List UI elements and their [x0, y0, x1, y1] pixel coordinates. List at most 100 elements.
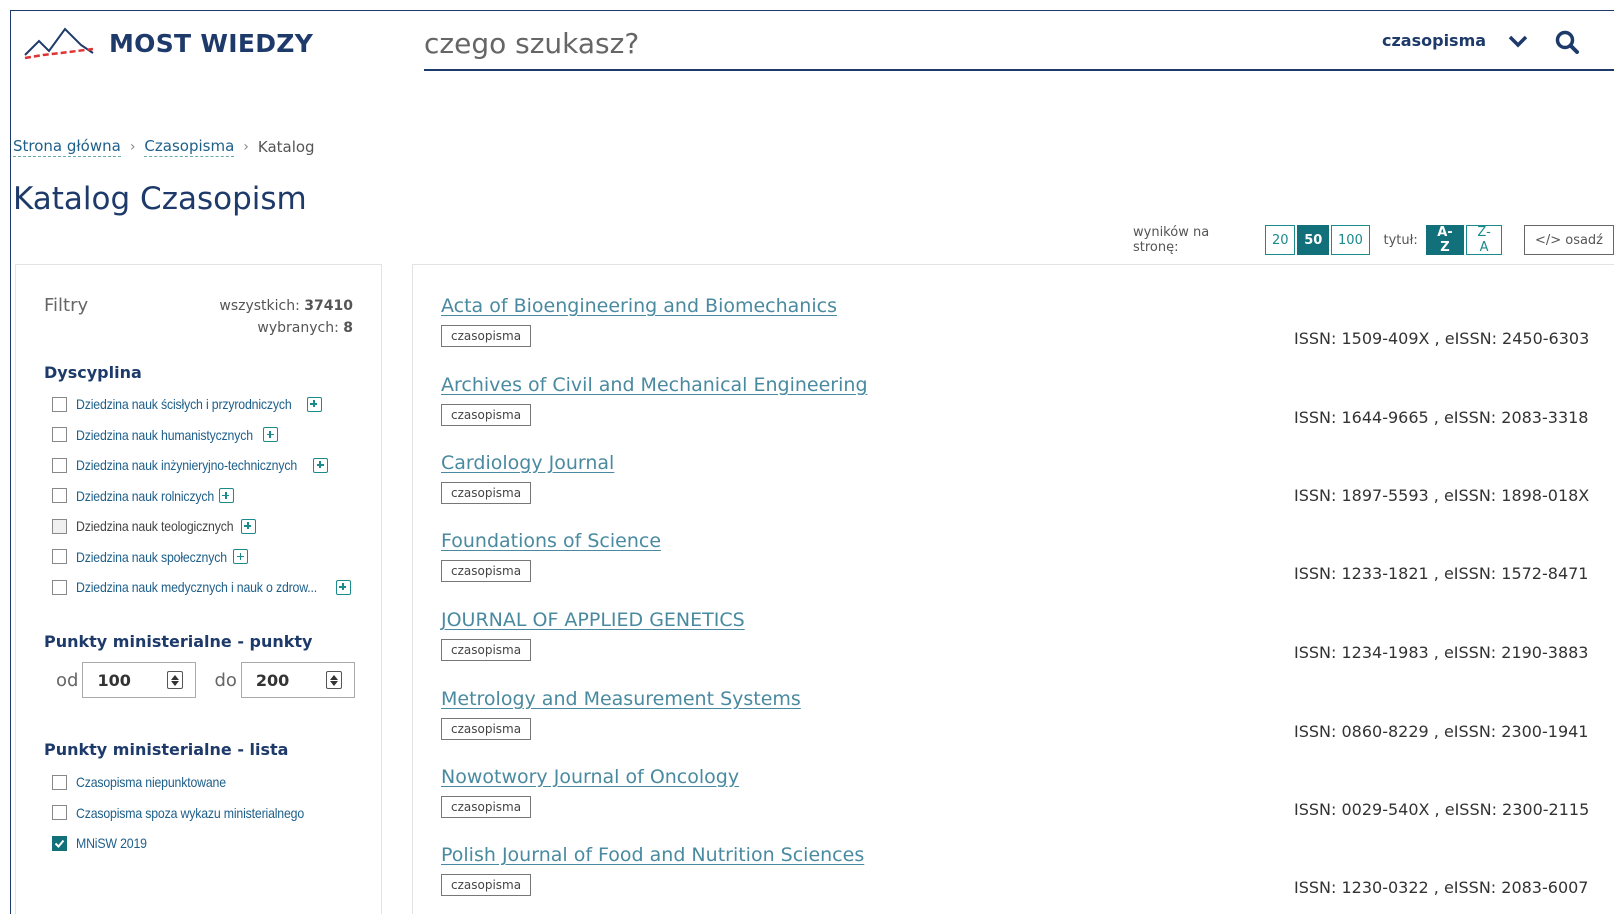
discipline-list: Dziedzina nauk ścisłych i przyrodniczych…	[52, 389, 351, 603]
search-icon[interactable]	[1554, 29, 1580, 55]
list-item: Nowotwory Journal of Oncology czasopisma…	[441, 766, 1614, 842]
type-tag: czasopisma	[441, 718, 532, 740]
filters-sidebar: Filtry wszystkich: 37410 wybranych: 8 Dy…	[15, 264, 382, 914]
selected-count-label: wybranych:	[257, 320, 339, 336]
filter-counts: wszystkich: 37410 wybranych: 8	[219, 295, 353, 339]
discipline-filter-item[interactable]: Dziedzina nauk teologicznych	[52, 511, 351, 542]
issn-text: ISSN: 0860-8229 , eISSN: 2300-1941	[1294, 722, 1589, 741]
points-to-value: 200	[255, 670, 290, 690]
issn-text: ISSN: 1509-409X , eISSN: 2450-6303	[1294, 329, 1590, 348]
results-list: Acta of Bioengineering and Biomechanics …	[412, 264, 1614, 914]
spinner-icon[interactable]	[167, 671, 184, 689]
sort-az-button[interactable]: A-Z	[1425, 225, 1465, 255]
breadcrumb-separator: ›	[129, 139, 136, 155]
type-tag: czasopisma	[441, 325, 532, 347]
search-scope-label: czasopisma	[1382, 31, 1487, 50]
list-item: Foundations of Science czasopisma ISSN: …	[441, 530, 1614, 606]
discipline-filter-item[interactable]: Dziedzina nauk inżynieryjno-technicznych	[52, 450, 351, 481]
total-count-label: wszystkich:	[219, 298, 300, 314]
per-page-100-button[interactable]: 100	[1331, 225, 1370, 255]
site-logo[interactable]: MOST WIEDZY	[23, 23, 313, 63]
checkbox[interactable]	[52, 774, 67, 790]
checkbox[interactable]	[52, 518, 67, 534]
page-title: Katalog Czasopism	[13, 181, 307, 217]
expand-plus-icon[interactable]	[313, 457, 329, 473]
type-tag: czasopisma	[441, 482, 532, 504]
breadcrumb-home-link[interactable]: Strona główna	[13, 137, 121, 157]
checkmark-icon	[54, 839, 65, 848]
journal-title-link[interactable]: Archives of Civil and Mechanical Enginee…	[441, 374, 868, 396]
search-input[interactable]	[424, 23, 1324, 63]
type-tag: czasopisma	[441, 874, 532, 896]
filters-title: Filtry	[44, 295, 89, 316]
type-tag: czasopisma	[441, 796, 532, 818]
issn-text: ISSN: 0029-540X , eISSN: 2300-2115	[1294, 800, 1590, 819]
points-list: Czasopisma niepunktowane Czasopisma spoz…	[52, 767, 335, 859]
discipline-filter-item[interactable]: Dziedzina nauk humanistycznych	[52, 420, 351, 451]
expand-plus-icon[interactable]	[233, 549, 249, 565]
page-frame: MOST WIEDZY czasopisma Strona główna › C…	[10, 10, 1614, 914]
journal-title-link[interactable]: Foundations of Science	[441, 530, 661, 552]
expand-plus-icon[interactable]	[218, 488, 234, 504]
discipline-section-title: Dyscyplina	[44, 363, 142, 382]
checkbox[interactable]	[52, 579, 67, 595]
expand-plus-icon[interactable]	[240, 518, 256, 534]
breadcrumb: Strona główna › Czasopisma › Katalog	[13, 137, 315, 157]
chevron-down-icon	[1508, 35, 1528, 47]
points-to-input[interactable]: 200	[240, 662, 355, 698]
per-page-20-button[interactable]: 20	[1265, 225, 1296, 255]
range-from-label: od	[56, 669, 79, 691]
checkbox[interactable]	[52, 427, 67, 443]
issn-text: ISSN: 1644-9665 , eISSN: 2083-3318	[1294, 408, 1589, 427]
results-toolbar: wyników na stronę: 20 50 100 tytuł: A-Z …	[1133, 225, 1614, 255]
expand-plus-icon[interactable]	[335, 579, 351, 595]
discipline-filter-item[interactable]: Dziedzina nauk medycznych i nauk o zdrow…	[52, 572, 351, 603]
list-item: Metrology and Measurement Systems czasop…	[441, 688, 1614, 764]
journal-title-link[interactable]: Polish Journal of Food and Nutrition Sci…	[441, 844, 864, 866]
list-item: Cardiology Journal czasopisma ISSN: 1897…	[441, 452, 1614, 528]
discipline-filter-item[interactable]: Dziedzina nauk rolniczych	[52, 481, 351, 512]
journal-title-link[interactable]: JOURNAL OF APPLIED GENETICS	[441, 609, 745, 631]
checkbox[interactable]	[52, 396, 67, 412]
mountain-logo-icon	[24, 27, 94, 60]
journal-title-link[interactable]: Cardiology Journal	[441, 452, 614, 474]
checkbox[interactable]	[52, 488, 67, 504]
type-tag: czasopisma	[441, 639, 532, 661]
breadcrumb-separator: ›	[243, 139, 249, 155]
range-to-label: do	[214, 669, 237, 691]
journal-title-link[interactable]: Nowotwory Journal of Oncology	[441, 766, 739, 788]
issn-text: ISSN: 1897-5593 , eISSN: 1898-018X	[1294, 486, 1590, 505]
journal-title-link[interactable]: Metrology and Measurement Systems	[441, 688, 801, 710]
issn-text: ISSN: 1230-0322 , eISSN: 2083-6007	[1294, 878, 1589, 897]
list-item: Polish Journal of Food and Nutrition Sci…	[441, 844, 1614, 914]
checkbox[interactable]	[52, 457, 67, 473]
list-item: JOURNAL OF APPLIED GENETICS czasopisma I…	[441, 609, 1614, 685]
checkbox[interactable]	[52, 805, 67, 821]
per-page-50-button[interactable]: 50	[1297, 225, 1330, 255]
list-filter-item[interactable]: MNiSW 2019	[52, 828, 335, 859]
issn-text: ISSN: 1233-1821 , eISSN: 1572-8471	[1294, 564, 1589, 583]
checkbox[interactable]	[52, 549, 67, 565]
points-from-input[interactable]: 100	[82, 662, 197, 698]
sort-za-button[interactable]: Z-A	[1466, 225, 1502, 255]
per-page-label: wyników na stronę:	[1133, 225, 1210, 255]
embed-button[interactable]: </> osadź	[1523, 225, 1614, 255]
expand-plus-icon[interactable]	[306, 396, 322, 412]
breadcrumb-journals-link[interactable]: Czasopisma	[144, 137, 235, 157]
search-scope-select[interactable]: czasopisma	[1382, 31, 1528, 50]
list-item: Archives of Civil and Mechanical Enginee…	[441, 374, 1614, 450]
list-filter-item[interactable]: Czasopisma spoza wykazu ministerialnego	[52, 798, 335, 829]
expand-plus-icon[interactable]	[263, 427, 278, 443]
checkbox-checked[interactable]	[52, 835, 67, 851]
points-section-title: Punkty ministerialne - punkty	[44, 632, 313, 651]
spinner-icon[interactable]	[325, 671, 342, 689]
list-item: Acta of Bioengineering and Biomechanics …	[441, 295, 1614, 371]
journal-title-link[interactable]: Acta of Bioengineering and Biomechanics	[441, 295, 837, 317]
list-section-title: Punkty ministerialne - lista	[44, 740, 289, 759]
discipline-filter-item[interactable]: Dziedzina nauk ścisłych i przyrodniczych	[52, 389, 351, 420]
list-filter-item[interactable]: Czasopisma niepunktowane	[52, 767, 335, 798]
type-tag: czasopisma	[441, 404, 532, 426]
breadcrumb-current: Katalog	[257, 138, 315, 156]
logo-text: MOST WIEDZY	[109, 28, 314, 58]
discipline-filter-item[interactable]: Dziedzina nauk społecznych	[52, 542, 351, 573]
